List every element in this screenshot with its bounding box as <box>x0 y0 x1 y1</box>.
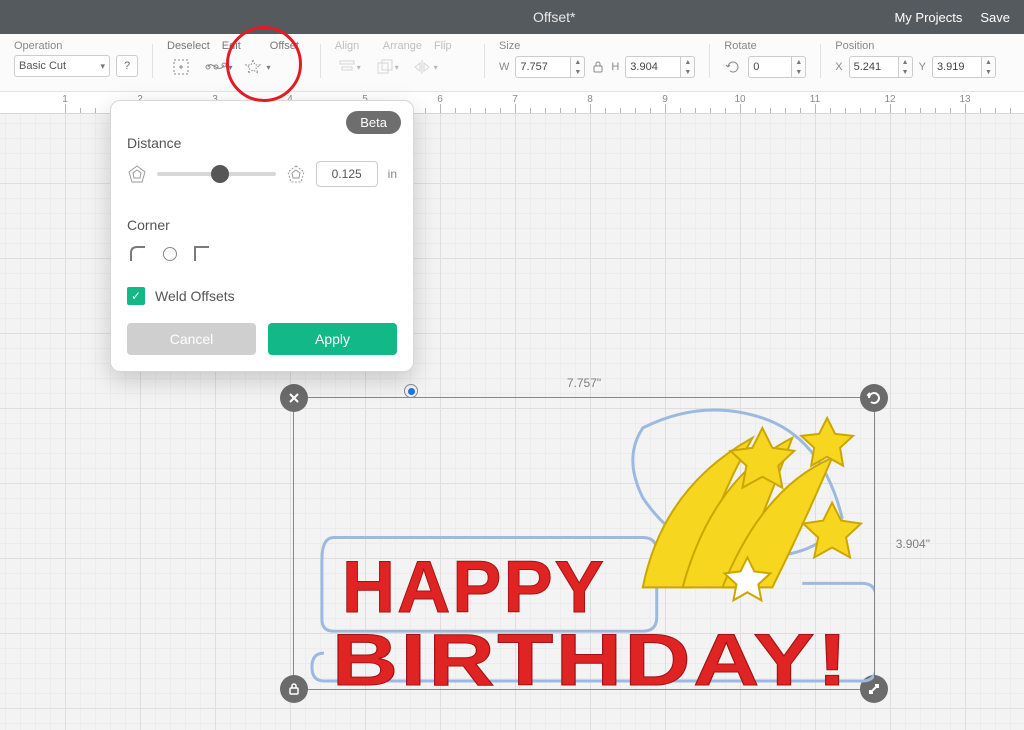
selection-width-label: 7.757" <box>567 376 601 390</box>
align-icon <box>337 58 357 76</box>
separator <box>709 44 710 78</box>
my-projects-link[interactable]: My Projects <box>894 10 962 25</box>
operation-select[interactable]: Basic Cut <box>14 55 110 77</box>
h-label: H <box>611 61 619 73</box>
corner-label: Corner <box>127 217 397 233</box>
offset-button[interactable]: ▾ <box>243 55 271 79</box>
rotate-input[interactable] <box>748 56 792 78</box>
rotate-icon <box>724 58 742 76</box>
width-spinner[interactable]: ▲▼ <box>571 56 585 78</box>
x-spinner[interactable]: ▲▼ <box>899 56 913 78</box>
selection-height-label: 3.904" <box>896 537 930 551</box>
w-label: W <box>499 61 509 73</box>
width-input[interactable] <box>515 56 571 78</box>
y-label: Y <box>919 61 926 73</box>
size-label: Size <box>499 40 695 52</box>
align-label: Align <box>335 40 371 52</box>
corner-round-radio[interactable] <box>404 384 418 398</box>
titlebar: Offset* My Projects Save <box>0 0 1024 34</box>
separator <box>320 44 321 78</box>
distance-input[interactable] <box>316 161 378 187</box>
distance-unit: in <box>388 167 397 181</box>
rotate-spinner[interactable]: ▲▼ <box>792 56 806 78</box>
distance-slider[interactable] <box>157 172 276 176</box>
deselect-icon <box>171 57 191 77</box>
separator <box>152 44 153 78</box>
save-link[interactable]: Save <box>980 10 1010 25</box>
edit-button[interactable]: ▾ <box>205 55 233 79</box>
distance-label: Distance <box>127 135 397 151</box>
height-spinner[interactable]: ▲▼ <box>681 56 695 78</box>
artwork: HAPPY BIRTHDAY! <box>294 398 874 690</box>
beta-badge: Beta <box>346 111 401 134</box>
slider-thumb[interactable] <box>211 165 229 183</box>
y-spinner[interactable]: ▲▼ <box>982 56 996 78</box>
flip-icon <box>412 58 434 76</box>
edit-nodes-icon <box>205 57 227 77</box>
flip-button[interactable]: ▾ <box>411 55 439 79</box>
align-button[interactable]: ▾ <box>335 55 363 79</box>
flip-label: Flip <box>434 40 470 52</box>
deselect-button[interactable] <box>167 55 195 79</box>
toolbar: Operation Basic Cut ? Deselect Edit Offs… <box>0 34 1024 92</box>
app-title: Offset* <box>214 9 894 25</box>
selection-box[interactable]: 7.757" 3.904" <box>293 397 875 690</box>
rotate-label: Rotate <box>724 40 806 52</box>
edit-label: Edit <box>222 40 258 52</box>
cancel-button[interactable]: Cancel <box>127 323 256 355</box>
offset-label: Offset <box>270 40 306 52</box>
operation-label: Operation <box>14 40 138 52</box>
apply-button[interactable]: Apply <box>268 323 397 355</box>
x-label: X <box>835 61 842 73</box>
arrange-label: Arrange <box>383 40 422 52</box>
arrange-icon <box>375 58 395 76</box>
art-line2: BIRTHDAY! <box>332 618 850 690</box>
arrange-button[interactable]: ▾ <box>373 55 401 79</box>
corner-square-radio[interactable] <box>163 247 177 261</box>
separator <box>484 44 485 78</box>
position-label: Position <box>835 40 996 52</box>
offset-inset-icon <box>127 164 147 184</box>
height-input[interactable] <box>625 56 681 78</box>
weld-offsets-checkbox[interactable]: ✓ <box>127 287 145 305</box>
y-input[interactable] <box>932 56 982 78</box>
corner-round-icon <box>127 243 149 265</box>
offset-outset-icon <box>286 164 306 184</box>
offset-popup: Beta Distance in Corner ✓ Weld Offsets C… <box>110 100 414 372</box>
operation-help-button[interactable]: ? <box>116 55 138 77</box>
offset-icon <box>243 57 265 77</box>
weld-label: Weld Offsets <box>155 288 235 304</box>
corner-square-icon <box>191 243 213 265</box>
deselect-label: Deselect <box>167 40 210 52</box>
lock-aspect-icon[interactable] <box>591 60 605 74</box>
x-input[interactable] <box>849 56 899 78</box>
separator <box>820 44 821 78</box>
art-line1: HAPPY <box>342 545 606 628</box>
